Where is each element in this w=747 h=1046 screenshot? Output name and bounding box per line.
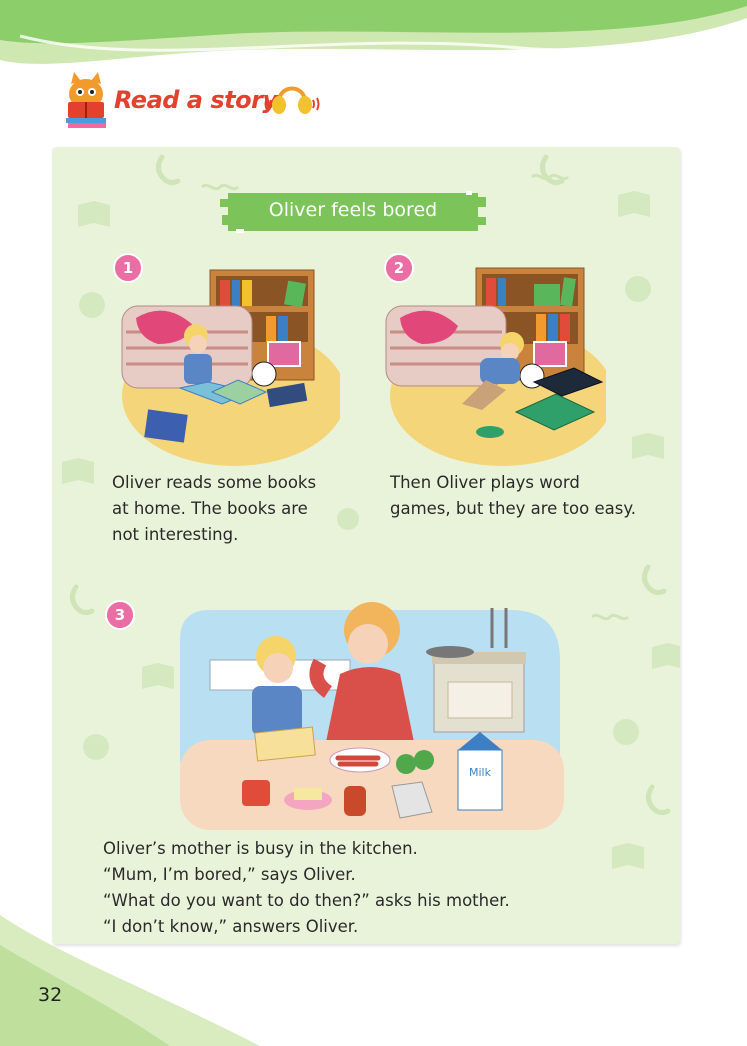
paw-icon <box>625 276 651 302</box>
scene-kitchen: Milk <box>180 600 564 830</box>
phone-icon <box>642 564 667 596</box>
section-title: Read a story <box>114 86 278 114</box>
milk-carton-label: Milk <box>469 766 492 779</box>
phone-icon <box>646 784 671 816</box>
page-number: 32 <box>38 984 63 1006</box>
headphones-icon <box>264 86 320 114</box>
book-icon <box>142 663 174 689</box>
scene-reading-books <box>118 262 340 466</box>
caption-panel-3: Oliver’s mother is busy in the kitchen. … <box>103 836 623 940</box>
caption-line: not interesting. <box>112 525 239 544</box>
caption-line: “I don’t know,” answers Oliver. <box>103 917 359 936</box>
caption-line: “What do you want to do then?” asks his … <box>103 891 510 910</box>
caption-line: Oliver’s mother is busy in the kitchen. <box>103 839 418 858</box>
section-header: Read a story <box>58 70 358 130</box>
book-icon <box>618 191 650 217</box>
paw-icon <box>613 719 639 745</box>
caption-line: Then Oliver plays word <box>390 473 580 492</box>
caption-line: Oliver reads some books <box>112 473 317 492</box>
cat-reading-icon <box>66 72 106 128</box>
scene-word-games <box>384 262 606 466</box>
story-title: Oliver feels bored <box>268 199 438 221</box>
caption-panel-1: Oliver reads some books at home. The boo… <box>112 470 362 548</box>
caption-line: “Mum, I’m bored,” says Oliver. <box>103 865 356 884</box>
phone-icon <box>70 584 95 616</box>
caption-line: games, but they are too easy. <box>390 499 636 518</box>
paw-icon <box>79 292 105 318</box>
caption-panel-2: Then Oliver plays word games, but they a… <box>390 470 675 522</box>
story-title-banner: Oliver feels bored <box>220 189 486 235</box>
caption-line: at home. The books are <box>112 499 308 518</box>
book-icon <box>62 458 94 484</box>
phone-icon <box>156 154 181 186</box>
book-icon <box>632 433 664 459</box>
book-icon <box>78 201 110 227</box>
panel-number-badge: 3 <box>105 600 135 630</box>
paw-icon <box>83 734 109 760</box>
book-icon <box>652 643 680 669</box>
